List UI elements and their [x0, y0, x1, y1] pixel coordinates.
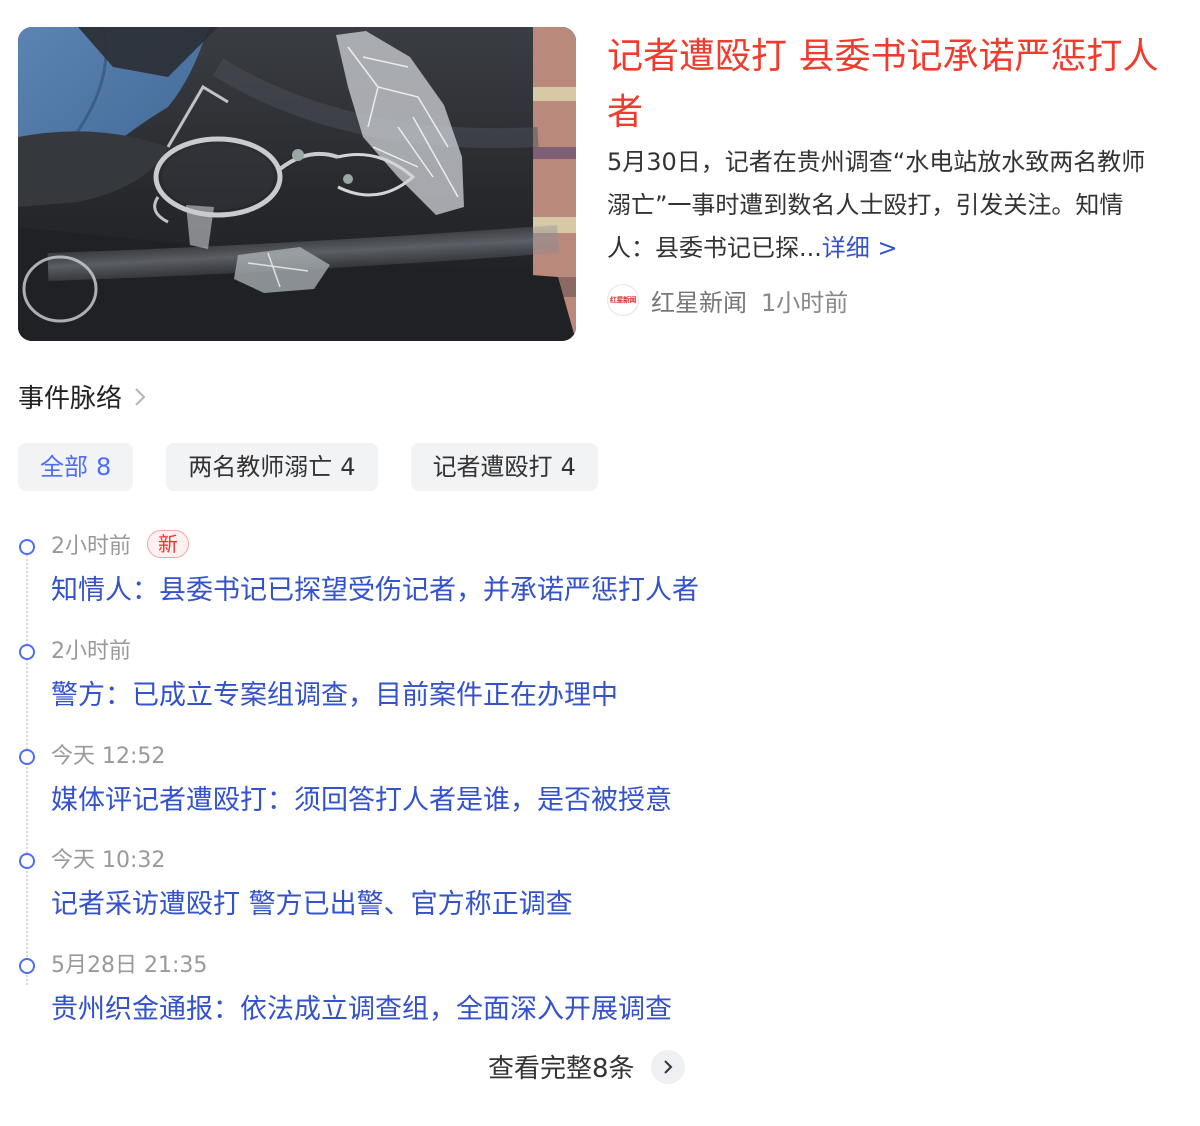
view-all-button[interactable]: 查看完整8条: [488, 1048, 685, 1085]
timeline-time-text: 今天 12:52: [51, 744, 166, 769]
chevron-right-icon: [663, 1059, 672, 1074]
tab-count: 8: [96, 453, 112, 481]
timeline-title-link[interactable]: 记者采访遭殴打 警方已出警、官方称正调查: [51, 882, 573, 921]
timeline-dot-icon: [19, 958, 35, 974]
timeline-time-text: 5月28日 21:35: [51, 953, 208, 978]
timeline-time: 2小时前 新: [51, 528, 189, 560]
tab-label: 两名教师溺亡: [188, 453, 333, 481]
view-all-label: 查看完整8条: [488, 1054, 635, 1084]
publish-time: 1小时前: [761, 288, 849, 317]
news-headline[interactable]: 记者遭殴打 县委书记承诺严惩打人者: [607, 29, 1167, 141]
timeline-time-text: 今天 10:32: [51, 848, 166, 873]
tab-label: 记者遭殴打: [432, 453, 553, 481]
news-source: 红星新闻 红星新闻 1小时前: [607, 280, 848, 320]
timeline-dot-icon: [19, 853, 35, 869]
filter-tabs: 全部 8 两名教师溺亡 4 记者遭殴打 4: [18, 443, 631, 491]
tab-count: 4: [340, 453, 356, 481]
timeline-item: 5月28日 21:35 贵州织金通报：依法成立调查组，全面深入开展调查: [0, 944, 1200, 1048]
timeline-dot-icon: [19, 539, 35, 555]
tab-reporter-beaten[interactable]: 记者遭殴打 4: [410, 443, 598, 491]
news-summary: 5月30日，记者在贵州调查“水电站放水致两名教师溺亡”一事时遭到数名人士殴打，引…: [607, 141, 1167, 270]
timeline-title-link[interactable]: 知情人：县委书记已探望受伤记者，并承诺严惩打人者: [51, 568, 699, 607]
timeline-title-link[interactable]: 媒体评记者遭殴打：须回答打人者是谁，是否被授意: [51, 778, 672, 817]
tab-label: 全部: [40, 453, 88, 481]
tab-count: 4: [560, 453, 576, 481]
timeline-item: 2小时前 警方：已成立专案组调查，目前案件正在办理中: [0, 630, 1200, 734]
tab-teachers-drowned[interactable]: 两名教师溺亡 4: [166, 443, 378, 491]
event-timeline-header[interactable]: 事件脉络: [18, 378, 146, 415]
timeline-time-text: 2小时前: [51, 639, 131, 664]
timeline-item: 今天 12:52 媒体评记者遭殴打：须回答打人者是谁，是否被授意: [0, 735, 1200, 839]
timeline-time: 5月28日 21:35: [51, 947, 207, 979]
timeline-item: 2小时前 新 知情人：县委书记已探望受伤记者，并承诺严惩打人者: [0, 525, 1200, 629]
news-card: 记者遭殴打 县委书记承诺严惩打人者 5月30日，记者在贵州调查“水电站放水致两名…: [18, 27, 1188, 343]
chevron-right-icon: [135, 387, 146, 406]
view-all-circle: [650, 1049, 685, 1084]
timeline-time: 今天 12:52: [51, 738, 165, 770]
timeline-title-link[interactable]: 贵州织金通报：依法成立调查组，全面深入开展调查: [51, 987, 672, 1026]
timeline-time: 今天 10:32: [51, 842, 165, 874]
new-badge: 新: [147, 530, 189, 558]
timeline-title-link[interactable]: 警方：已成立专案组调查，目前案件正在办理中: [51, 673, 618, 712]
timeline-dot-icon: [19, 749, 35, 765]
timeline-time: 2小时前: [51, 633, 131, 665]
source-name[interactable]: 红星新闻: [651, 283, 747, 318]
broken-glasses-image: [18, 27, 576, 341]
timeline-item: 今天 10:32 记者采访遭殴打 警方已出警、官方称正调查: [0, 839, 1200, 943]
timeline-time-text: 2小时前: [51, 534, 131, 559]
event-timeline-title: 事件脉络: [18, 384, 123, 414]
timeline-dot-icon: [19, 644, 35, 660]
source-logo-text: 红星新闻: [610, 296, 637, 304]
source-logo: 红星新闻: [607, 284, 639, 316]
detail-link[interactable]: 详细 >: [822, 234, 898, 262]
tab-all[interactable]: 全部 8: [18, 443, 134, 491]
news-photo[interactable]: [18, 27, 576, 341]
